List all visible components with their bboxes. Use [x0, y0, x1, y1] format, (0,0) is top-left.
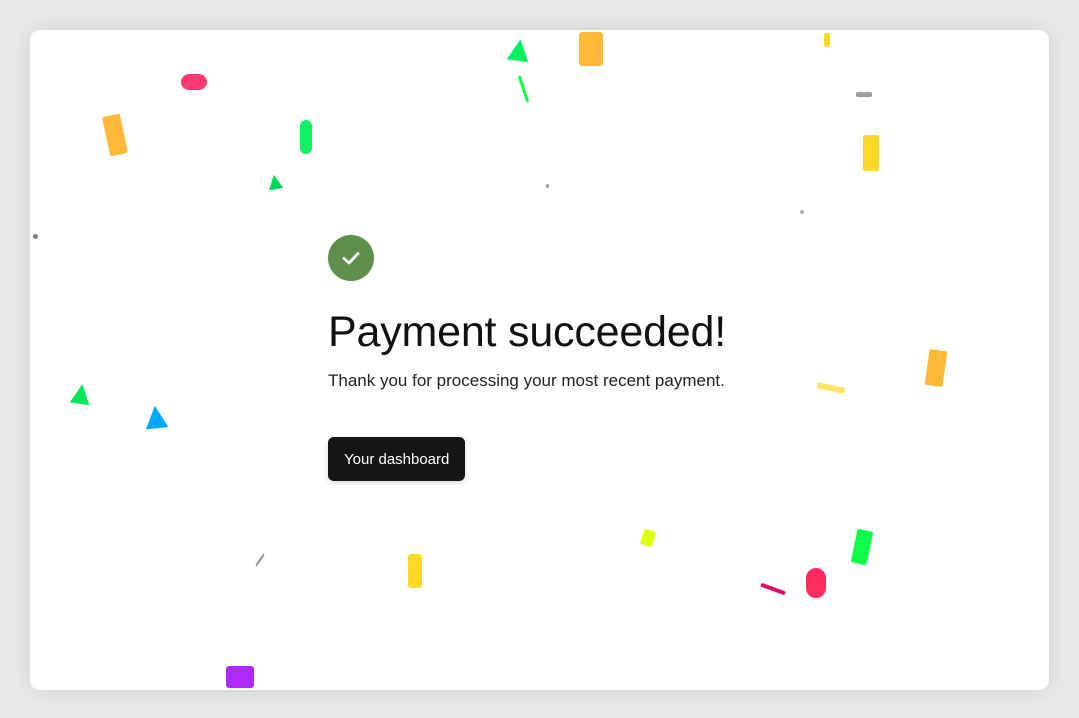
success-content: Payment succeeded! Thank you for process… — [328, 235, 848, 481]
confetti-piece — [181, 74, 207, 90]
confetti-piece — [506, 37, 532, 63]
confetti-piece — [546, 184, 549, 188]
confetti-piece — [863, 135, 879, 171]
confetti-piece — [824, 33, 830, 47]
confetti-piece — [102, 113, 128, 157]
confetti-piece — [408, 554, 422, 588]
confetti-piece — [69, 382, 93, 406]
confetti-piece — [856, 92, 872, 97]
confetti-piece — [517, 75, 530, 103]
page-title: Payment succeeded! — [328, 308, 726, 356]
payment-success-page: Payment succeeded! Thank you for process… — [30, 30, 1049, 690]
confetti-piece — [850, 528, 874, 566]
confetti-piece — [924, 348, 948, 388]
your-dashboard-button[interactable]: Your dashboard — [328, 437, 466, 481]
success-message: Thank you for processing your most recen… — [328, 371, 725, 390]
confetti-piece — [760, 582, 786, 596]
confetti-piece — [255, 553, 265, 567]
confetti-piece — [806, 568, 826, 598]
confetti-piece — [33, 234, 38, 239]
confetti-piece — [143, 404, 169, 430]
confetti-piece — [300, 120, 312, 154]
confetti-piece — [226, 666, 254, 688]
confetti-piece — [800, 210, 804, 214]
confetti-piece — [266, 173, 284, 191]
check-circle-icon — [328, 235, 374, 281]
confetti-piece — [639, 528, 657, 548]
confetti-piece — [579, 32, 603, 66]
